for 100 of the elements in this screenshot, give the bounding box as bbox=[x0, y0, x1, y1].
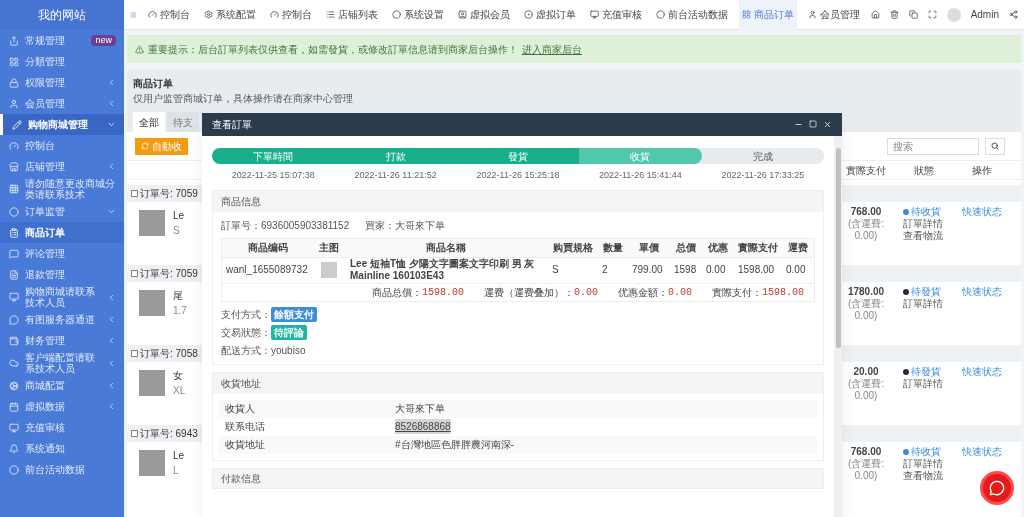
sidebar-item[interactable]: 控制台 bbox=[0, 135, 124, 156]
sidebar-item[interactable]: 财务管理 bbox=[0, 330, 124, 351]
sidebar-item[interactable]: 充值审核 bbox=[0, 417, 124, 438]
table-cell-text: 0.00 bbox=[705, 264, 727, 276]
column-header: 單價 bbox=[638, 241, 660, 255]
home-icon[interactable] bbox=[870, 10, 880, 19]
action-link[interactable]: 快速状态 bbox=[962, 206, 1002, 217]
new-badge: new bbox=[91, 35, 116, 46]
checkbox[interactable] bbox=[131, 270, 138, 277]
refresh-button[interactable]: 自動收 bbox=[135, 137, 188, 155]
column-header: 商品编码 bbox=[247, 241, 289, 255]
paid-amount: 768.00 bbox=[850, 206, 882, 218]
nav-tab[interactable]: 系统设置 bbox=[388, 0, 447, 30]
tab[interactable]: 全部 bbox=[133, 112, 165, 132]
nav-tab[interactable]: 虚拟会员 bbox=[454, 0, 513, 30]
sidebar-item[interactable]: 购物商城请联系技术人员 bbox=[0, 285, 124, 309]
fullscreen-icon[interactable] bbox=[927, 10, 937, 19]
nav-tab[interactable]: 控制台 bbox=[266, 0, 315, 30]
user-name[interactable]: Admin bbox=[970, 7, 999, 22]
order-link[interactable]: 訂單詳情 bbox=[903, 298, 953, 310]
order-number: 订單号: 7059 bbox=[140, 267, 198, 281]
nav-tab[interactable]: 充值审核 bbox=[586, 0, 645, 30]
monitor-icon bbox=[9, 422, 19, 433]
copy-icon[interactable] bbox=[908, 10, 918, 19]
column-header: 优惠 bbox=[707, 241, 729, 255]
sidebar-item[interactable]: 订单监管 bbox=[0, 201, 124, 222]
sidebar-item[interactable]: 前台活动数据 bbox=[0, 459, 124, 480]
sidebar-item[interactable]: 商城配置 bbox=[0, 375, 124, 396]
nav-tab[interactable]: 虚拟订单 bbox=[520, 0, 579, 30]
progress-step: 發貨 bbox=[456, 148, 580, 164]
step-time: 2022-11-25 15:07:38 bbox=[230, 169, 316, 182]
sidebar-item[interactable]: 分類管理 bbox=[0, 51, 124, 72]
checkbox[interactable] bbox=[131, 430, 138, 437]
checkbox[interactable] bbox=[131, 350, 138, 357]
order-link[interactable]: 訂單詳情 bbox=[903, 458, 953, 470]
checkbox[interactable] bbox=[131, 190, 138, 197]
order-link[interactable]: 訂單詳情 bbox=[903, 378, 953, 390]
share-icon[interactable] bbox=[1009, 10, 1018, 19]
product-name: 女 bbox=[173, 370, 184, 382]
order-link[interactable]: 查看物流 bbox=[903, 230, 953, 242]
summary-value: 1598.00 bbox=[421, 285, 464, 300]
status-badge: 餘額支付 bbox=[271, 306, 317, 322]
address-value: 大哥來下单 bbox=[395, 402, 445, 416]
sidebar-item[interactable]: 店铺管理 bbox=[0, 156, 124, 177]
nav-tab[interactable]: 系统配置 bbox=[200, 0, 259, 30]
nav-tab[interactable]: 店铺列表 bbox=[322, 0, 381, 30]
sidebar-item[interactable]: 有图服务器通道 bbox=[0, 309, 124, 330]
nav-tab[interactable]: 控制台 bbox=[144, 0, 193, 30]
sidebar-item[interactable]: 商品订单 bbox=[0, 222, 124, 243]
tab[interactable]: 待支 bbox=[167, 112, 199, 132]
search-button[interactable] bbox=[985, 137, 1005, 155]
action-link[interactable]: 快速状态 bbox=[962, 286, 1002, 297]
column-header: 商品名稱 bbox=[425, 241, 467, 255]
product-spec: XL bbox=[173, 385, 186, 397]
alert-link[interactable]: 进入商家后台 bbox=[522, 41, 582, 57]
sidebar-item[interactable]: 客户端配置请联系技术人员 bbox=[0, 351, 124, 375]
product-name: Le bbox=[173, 210, 185, 222]
chevron-down-icon bbox=[107, 207, 116, 216]
order-number: 訂單号：6936005903381152 bbox=[221, 218, 350, 233]
sidebar-item[interactable]: 请勿随意更改商城分类请联系技术 bbox=[0, 177, 124, 201]
chat-icon bbox=[989, 480, 1005, 496]
sidebar-item[interactable]: 购物商城管理 bbox=[0, 114, 124, 135]
chevron-left-icon bbox=[107, 292, 116, 302]
sidebar-item[interactable]: 常规管理 new bbox=[0, 30, 124, 51]
column-header: 狀態 bbox=[913, 163, 935, 178]
sidebar-item[interactable]: 退款管理 bbox=[0, 264, 124, 285]
action-link[interactable]: 快速状态 bbox=[962, 366, 1002, 377]
order-link[interactable]: 訂單詳情 bbox=[903, 218, 953, 230]
order-link[interactable]: 查看物流 bbox=[903, 470, 953, 482]
gear-icon bbox=[9, 380, 19, 391]
restore-icon[interactable] bbox=[809, 120, 817, 128]
product-spec: L bbox=[173, 465, 180, 477]
product-thumbnail bbox=[139, 290, 165, 316]
refresh-icon bbox=[141, 142, 149, 150]
chevron-left-icon bbox=[107, 402, 116, 411]
column-header: 主图 bbox=[318, 241, 340, 255]
nav-tab[interactable]: 商品订单 bbox=[738, 0, 797, 30]
scrollbar[interactable] bbox=[834, 136, 842, 517]
paid-amount: 1780.00 bbox=[847, 286, 885, 298]
grid-icon bbox=[741, 10, 751, 19]
product-thumbnail bbox=[139, 210, 165, 236]
progress-step: 下單時間 bbox=[212, 148, 335, 164]
product-spec: S bbox=[173, 225, 181, 237]
nav-tab[interactable]: 前台活动数据 bbox=[652, 0, 731, 30]
nav-tab[interactable]: 会员管理 bbox=[804, 0, 863, 30]
address-label: 收貨地址 bbox=[225, 438, 266, 452]
wallet-icon bbox=[9, 335, 19, 346]
sidebar-item[interactable]: 评论管理 bbox=[0, 243, 124, 264]
action-link[interactable]: 快速状态 bbox=[962, 446, 1002, 457]
shipping-note: 0.00) bbox=[854, 390, 878, 402]
close-icon[interactable] bbox=[823, 120, 832, 129]
store-icon bbox=[9, 161, 19, 172]
trash-icon[interactable] bbox=[889, 10, 899, 19]
search-field[interactable]: 搜索 bbox=[887, 137, 979, 155]
sidebar-item[interactable]: 会员管理 bbox=[0, 93, 124, 114]
product-thumbnail bbox=[321, 262, 337, 278]
sidebar-item[interactable]: 虚拟数据 bbox=[0, 396, 124, 417]
sidebar-item[interactable]: 系统通知 bbox=[0, 438, 124, 459]
site-title: 我的网站 bbox=[0, 0, 124, 30]
sidebar-item[interactable]: 权限管理 bbox=[0, 72, 124, 93]
